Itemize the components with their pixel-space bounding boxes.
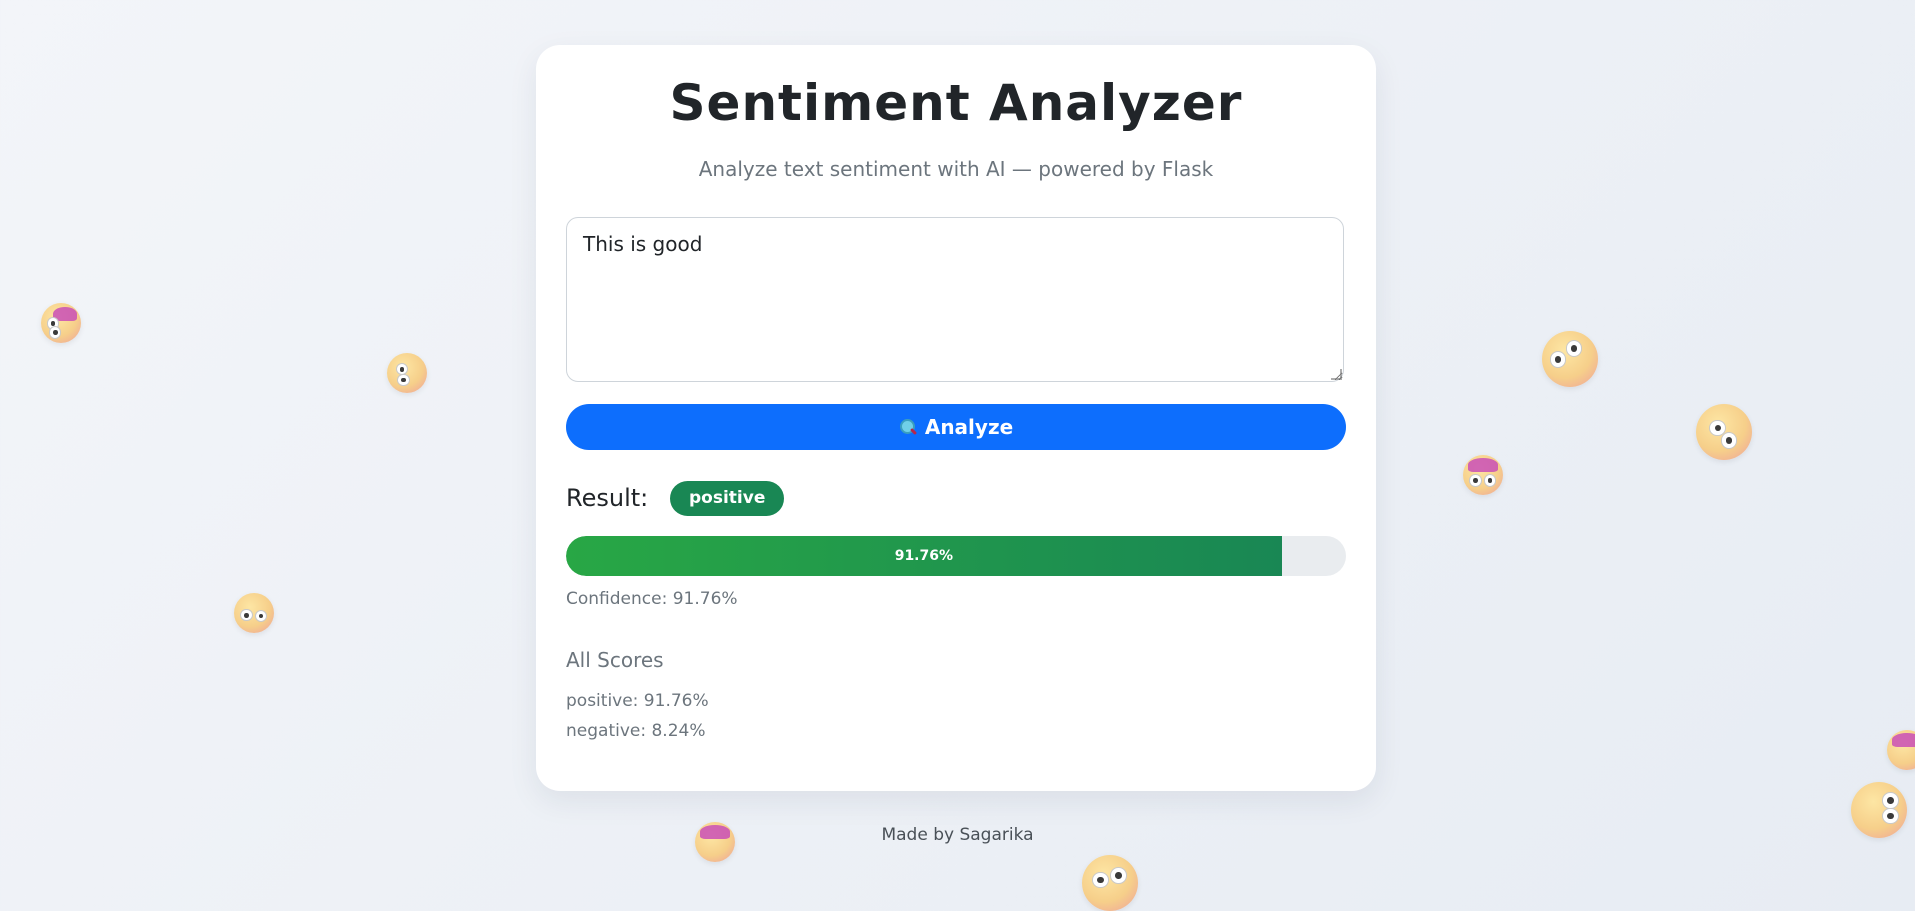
emoji-decoration <box>1463 455 1503 495</box>
emoji-decoration <box>1082 855 1138 911</box>
result-label: Result: <box>566 484 649 512</box>
confidence-progress-bar: 91.76% <box>566 536 1346 576</box>
emoji-decoration <box>41 303 81 343</box>
emoji-decoration <box>1887 730 1915 770</box>
emoji-decoration <box>1696 404 1752 460</box>
analyzer-card: Sentiment Analyzer Analyze text sentimen… <box>536 45 1376 791</box>
page-subtitle: Analyze text sentiment with AI — powered… <box>698 157 1214 181</box>
footer-credit: Made by Sagarika <box>881 825 1034 845</box>
score-list: positive: 91.76% negative: 8.24% <box>566 686 709 746</box>
emoji-decoration <box>234 593 274 633</box>
magnifier-icon <box>899 418 917 436</box>
emoji-decoration <box>1542 331 1598 387</box>
analyze-button[interactable]: Analyze <box>566 404 1346 450</box>
score-item-negative: negative: 8.24% <box>566 721 706 741</box>
resize-handle-icon[interactable] <box>1331 369 1342 380</box>
text-input[interactable]: This is good <box>566 217 1344 382</box>
confidence-progress-text: 91.76% <box>894 548 954 564</box>
confidence-text: Confidence: 91.76% <box>566 589 738 609</box>
analyze-button-label: Analyze <box>924 415 1014 439</box>
emoji-decoration <box>387 353 427 393</box>
score-item-positive: positive: 91.76% <box>566 691 709 711</box>
sentiment-badge: positive <box>670 481 785 516</box>
page-title: Sentiment Analyzer <box>669 74 1243 132</box>
all-scores-heading: All Scores <box>566 648 664 672</box>
confidence-progress-fill: 91.76% <box>566 536 1282 576</box>
